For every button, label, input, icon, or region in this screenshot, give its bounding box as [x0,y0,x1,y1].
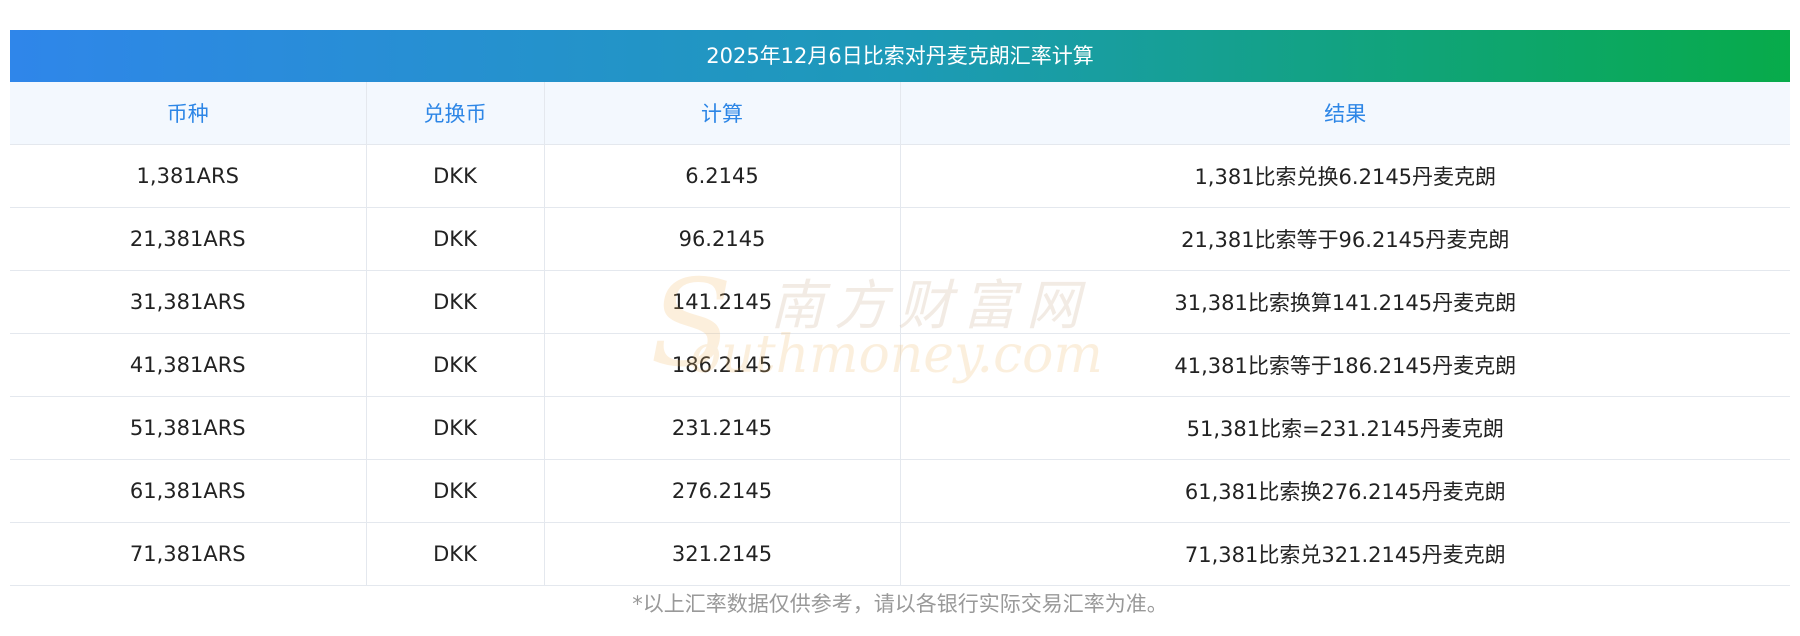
cell-calculation: 186.2145 [544,333,901,397]
table-row: 1,381ARS DKK 6.2145 1,381比索兑换6.2145丹麦克朗 [10,144,1790,208]
cell-result: 1,381比索兑换6.2145丹麦克朗 [900,144,1790,208]
table-row: 31,381ARS DKK 141.2145 31,381比索换算141.214… [10,270,1790,334]
header-result: 结果 [900,82,1790,145]
header-calculation: 计算 [544,82,901,145]
cell-target-currency: DKK [366,270,545,334]
cell-currency: 51,381ARS [10,396,367,460]
cell-currency: 61,381ARS [10,459,367,523]
cell-result: 41,381比索等于186.2145丹麦克朗 [900,333,1790,397]
cell-currency: 31,381ARS [10,270,367,334]
cell-calculation: 276.2145 [544,459,901,523]
table-header-row: 币种 兑换币 计算 结果 [10,82,1790,145]
cell-target-currency: DKK [366,459,545,523]
header-currency: 币种 [10,82,367,145]
cell-currency: 71,381ARS [10,522,367,586]
cell-result: 21,381比索等于96.2145丹麦克朗 [900,207,1790,271]
cell-currency: 21,381ARS [10,207,367,271]
cell-result: 31,381比索换算141.2145丹麦克朗 [900,270,1790,334]
exchange-table-container: 2025年12月6日比索对丹麦克朗汇率计算 币种 兑换币 计算 结果 1,381… [10,30,1790,586]
table-title: 2025年12月6日比索对丹麦克朗汇率计算 [10,30,1790,82]
cell-calculation: 231.2145 [544,396,901,460]
table-row: 21,381ARS DKK 96.2145 21,381比索等于96.2145丹… [10,207,1790,271]
cell-result: 71,381比索兑321.2145丹麦克朗 [900,522,1790,586]
table-row: 51,381ARS DKK 231.2145 51,381比索=231.2145… [10,396,1790,460]
table-row: 41,381ARS DKK 186.2145 41,381比索等于186.214… [10,333,1790,397]
cell-result: 51,381比索=231.2145丹麦克朗 [900,396,1790,460]
cell-target-currency: DKK [366,144,545,208]
cell-calculation: 6.2145 [544,144,901,208]
cell-calculation: 96.2145 [544,207,901,271]
cell-calculation: 141.2145 [544,270,901,334]
cell-currency: 1,381ARS [10,144,367,208]
exchange-table: 币种 兑换币 计算 结果 1,381ARS DKK 6.2145 1,381比索… [10,82,1790,586]
cell-target-currency: DKK [366,522,545,586]
cell-target-currency: DKK [366,333,545,397]
cell-currency: 41,381ARS [10,333,367,397]
cell-calculation: 321.2145 [544,522,901,586]
header-target-currency: 兑换币 [366,82,545,145]
cell-target-currency: DKK [366,396,545,460]
cell-target-currency: DKK [366,207,545,271]
table-row: 61,381ARS DKK 276.2145 61,381比索换276.2145… [10,459,1790,523]
disclaimer-note: *以上汇率数据仅供参考，请以各银行实际交易汇率为准。 [632,592,1168,616]
cell-result: 61,381比索换276.2145丹麦克朗 [900,459,1790,523]
table-row: 71,381ARS DKK 321.2145 71,381比索兑321.2145… [10,522,1790,586]
